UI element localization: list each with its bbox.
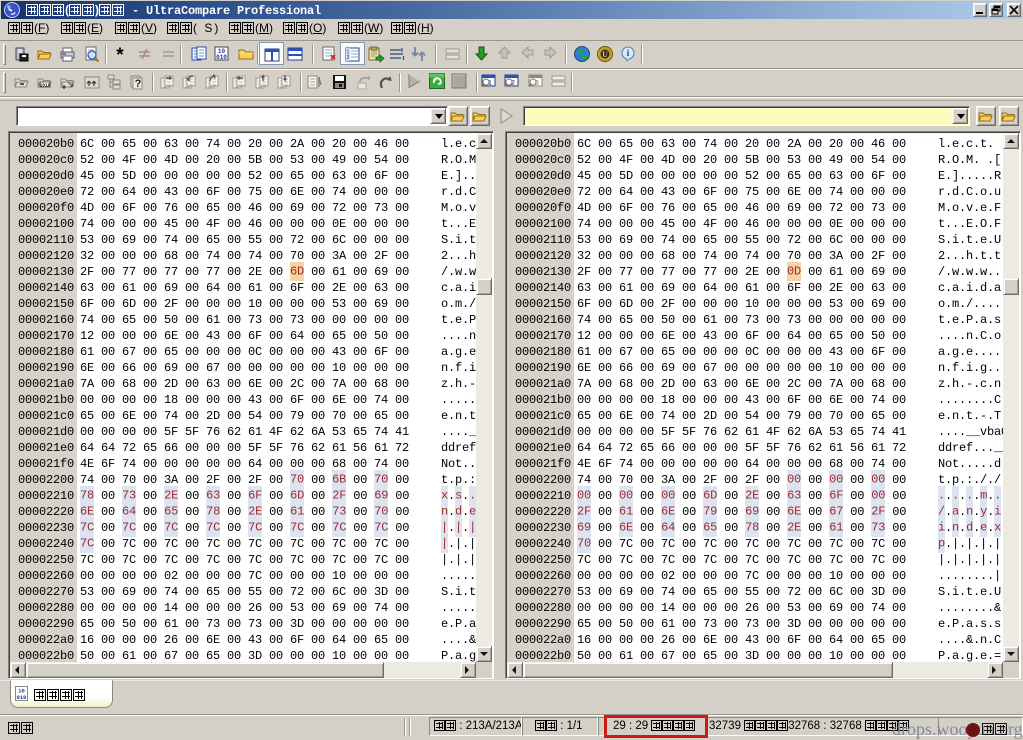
svg-text:010: 010 (17, 694, 27, 701)
svg-text:2: 2 (347, 55, 350, 61)
svg-text:*: * (116, 45, 124, 66)
svg-text:1010: 1010 (40, 83, 51, 89)
svg-text:010: 010 (216, 54, 227, 61)
svg-text:U: U (602, 50, 608, 59)
svg-text:?: ? (135, 78, 142, 90)
